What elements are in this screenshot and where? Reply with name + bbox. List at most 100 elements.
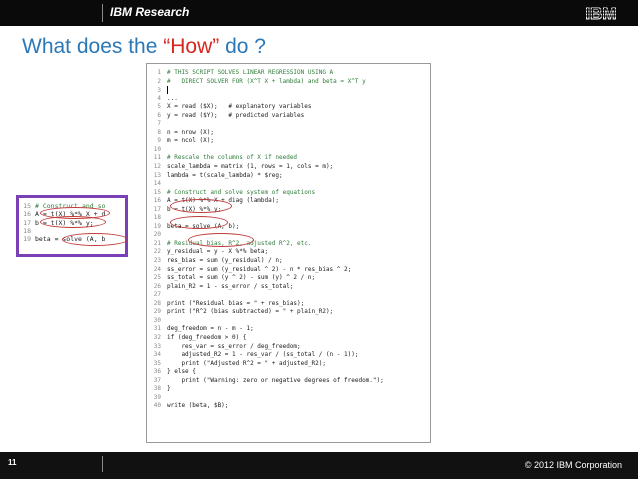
line-number: 19	[23, 235, 31, 244]
code-line: 40 write (beta, $B);	[147, 402, 430, 411]
code-line: 27	[147, 291, 430, 300]
line-text: print ("Adjusted R^2 = " + adjusted_R2);	[167, 359, 326, 367]
line-number: 19	[153, 222, 161, 230]
line-number: 30	[153, 316, 161, 324]
code-line: 14	[147, 180, 430, 189]
line-text: print ("R^2 (bias subtracted) = " + plai…	[167, 308, 334, 316]
line-number: 10	[153, 145, 161, 153]
line-text: scale_lambda = matrix (1, rows = 1, cols…	[167, 163, 334, 171]
header-divider	[102, 4, 103, 22]
code-line: 31 deg_freedom = n - m - 1;	[147, 325, 430, 334]
line-number: 14	[153, 180, 161, 188]
code-line: 6 y = read ($Y); # predicted variables	[147, 112, 430, 121]
slide-title: What does the “How” do ?	[22, 35, 266, 59]
line-number: 15	[23, 202, 31, 210]
line-number: 7	[157, 120, 161, 128]
line-number: 25	[153, 274, 161, 282]
line-text: lambda = t(scale_lambda) * $reg;	[167, 171, 283, 179]
line-text: # DIRECT SOLVER FOR (X^T X + lambda) and…	[167, 77, 366, 85]
line-number: 36	[153, 368, 161, 376]
code-screenshot: 1 # THIS SCRIPT SOLVES LINEAR REGRESSION …	[146, 63, 431, 443]
code-line: 2 # DIRECT SOLVER FOR (X^T X + lambda) an…	[147, 78, 430, 87]
line-text: X = read ($X); # explanatory variables	[167, 103, 312, 111]
line-text: res_var = ss_error / deg_freedom;	[167, 342, 301, 350]
line-number: 11	[153, 154, 161, 162]
line-number: 18	[153, 214, 161, 222]
line-text: }	[167, 385, 171, 393]
code-line: 34 adjusted_R2 = 1 - res_var / (ss_total…	[147, 351, 430, 360]
brand-label: IBM Research	[110, 5, 190, 19]
code-line: 32 if (deg_freedom > 0) {	[147, 334, 430, 343]
line-text: } else {	[167, 368, 196, 376]
code-line: 38}	[147, 385, 430, 394]
line-text: ss_total = sum (y ^ 2) - sum (y) ^ 2 / n…	[167, 274, 316, 282]
code-line: 37 print ("Warning: zero or negative deg…	[147, 377, 430, 386]
line-number: 16	[23, 210, 31, 219]
zoom-oval-b	[40, 216, 106, 228]
code-line: 1 # THIS SCRIPT SOLVES LINEAR REGRESSION …	[147, 69, 430, 78]
line-number: 17	[153, 205, 161, 213]
line-number: 31	[153, 325, 161, 333]
code-line: 23 res_bias = sum (y_residual) / n;	[147, 257, 430, 266]
highlight-oval-b	[170, 216, 228, 229]
line-number: 6	[157, 111, 161, 119]
ibm-logo: IBM	[578, 4, 624, 23]
line-number: 24	[153, 265, 161, 273]
line-number: 34	[153, 351, 161, 359]
line-number: 39	[153, 393, 161, 401]
code-line: 29 print ("R^2 (bias subtracted) = " + pl…	[147, 308, 430, 317]
line-number: 18	[23, 226, 31, 235]
code-line: 35 print ("Adjusted R^2 = " + adjusted_R…	[147, 360, 430, 369]
code-line: 26 plain_R2 = 1 - ss_error / ss_total;	[147, 283, 430, 292]
code-line: 12 scale_lambda = matrix (1, rows = 1, co…	[147, 163, 430, 172]
footer-divider	[102, 456, 103, 472]
line-number: 37	[153, 376, 161, 384]
line-number: 40	[153, 402, 161, 410]
zoom-oval-solve	[62, 233, 128, 246]
line-number: 32	[153, 333, 161, 341]
code-line: 11 # Rescale the columns of X if needed	[147, 154, 430, 163]
code-line: 15 # Construct and solve system of equati…	[147, 189, 430, 198]
code-line: 25 ss_total = sum (y ^ 2) - sum (y) ^ 2 /…	[147, 274, 430, 283]
line-text: y_residual = y - X %*% beta;	[167, 248, 269, 256]
footer-bar: 11 © 2012 IBM Corporation	[0, 452, 638, 479]
code-line: 4...	[147, 95, 430, 104]
line-text: write (beta, $B);	[167, 402, 229, 410]
line-number: 38	[153, 385, 161, 393]
code-line: 7	[147, 120, 430, 129]
line-number: 16	[153, 197, 161, 205]
line-number: 1	[157, 69, 161, 76]
code-line: 30	[147, 317, 430, 326]
line-text: print ("Warning: zero or negative degree…	[167, 376, 384, 384]
line-number: 12	[153, 163, 161, 171]
line-text: ...	[167, 94, 178, 102]
line-text: plain_R2 = 1 - ss_error / ss_total;	[167, 282, 294, 290]
code-line: 22 y_residual = y - X %*% beta;	[147, 248, 430, 257]
line-number: 20	[153, 231, 161, 239]
line-number: 35	[153, 359, 161, 367]
highlight-oval-solve	[188, 233, 254, 247]
header-bar: IBM Research IBM	[0, 0, 638, 26]
code-line: 28 print ("Residual bias = " + res_bias);	[147, 300, 430, 309]
line-number: 23	[153, 257, 161, 265]
code-line: 10	[147, 146, 430, 155]
line-number: 4	[157, 94, 161, 102]
text-cursor	[167, 86, 168, 95]
line-number: 13	[153, 171, 161, 179]
line-text: deg_freedom = n - m - 1;	[167, 325, 254, 333]
code-line: 13 lambda = t(scale_lambda) * $reg;	[147, 172, 430, 181]
highlight-oval-a	[170, 199, 232, 213]
line-number: 17	[23, 218, 31, 227]
title-text-before: What does the	[22, 35, 164, 58]
code-line: 36 } else {	[147, 368, 430, 377]
line-number: 21	[153, 239, 161, 247]
line-number: 27	[153, 291, 161, 299]
line-number: 29	[153, 308, 161, 316]
line-text: m = ncol (X);	[167, 137, 214, 145]
line-text: if (deg_freedom > 0) {	[167, 333, 247, 341]
code-line: 24 ss_error = sum (y_residual ^ 2) - n * …	[147, 266, 430, 275]
line-text: # Rescale the columns of X if needed	[167, 154, 298, 162]
line-number: 33	[153, 342, 161, 350]
line-text: n = nrow (X);	[167, 128, 214, 136]
line-number: 8	[157, 128, 161, 136]
